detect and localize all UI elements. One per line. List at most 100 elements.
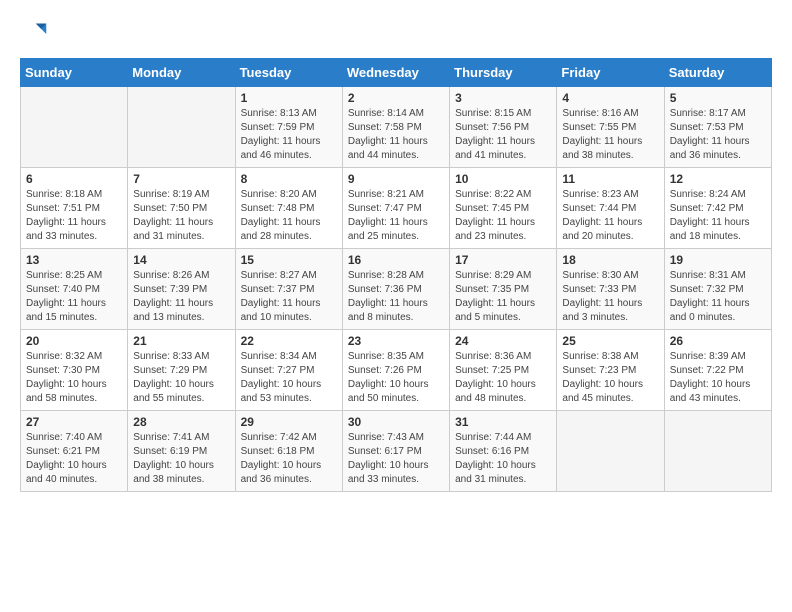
calendar-cell: 23Sunrise: 8:35 AM Sunset: 7:26 PM Dayli… bbox=[342, 330, 449, 411]
calendar-cell: 30Sunrise: 7:43 AM Sunset: 6:17 PM Dayli… bbox=[342, 411, 449, 492]
day-info: Sunrise: 8:30 AM Sunset: 7:33 PM Dayligh… bbox=[562, 269, 658, 325]
day-info: Sunrise: 8:16 AM Sunset: 7:55 PM Dayligh… bbox=[562, 107, 658, 163]
day-info: Sunrise: 8:33 AM Sunset: 7:29 PM Dayligh… bbox=[133, 350, 229, 406]
calendar-week-4: 20 Sunrise: 8:32 AM Sunset: 7:30 PM Dayli… bbox=[21, 330, 772, 411]
day-info: Sunrise: 8:35 AM Sunset: 7:26 PM Dayligh… bbox=[348, 350, 444, 406]
day-info: Sunrise: 7:43 AM Sunset: 6:17 PM Dayligh… bbox=[348, 431, 444, 487]
calendar-cell: 6 Sunrise: 8:18 AM Sunset: 7:51 PM Daylig… bbox=[21, 168, 128, 249]
day-number: 12 bbox=[670, 172, 766, 186]
calendar-cell bbox=[557, 411, 664, 492]
calendar-cell bbox=[21, 87, 128, 168]
day-number: 1 bbox=[241, 91, 337, 105]
calendar-cell: 7Sunrise: 8:19 AM Sunset: 7:50 PM Daylig… bbox=[128, 168, 235, 249]
weekday-header-tuesday: Tuesday bbox=[235, 59, 342, 87]
day-info: Sunrise: 8:15 AM Sunset: 7:56 PM Dayligh… bbox=[455, 107, 551, 163]
weekday-header-saturday: Saturday bbox=[664, 59, 771, 87]
calendar-cell: 20 Sunrise: 8:32 AM Sunset: 7:30 PM Dayli… bbox=[21, 330, 128, 411]
day-info: Sunrise: 8:32 AM Sunset: 7:30 PM Dayligh… bbox=[26, 350, 122, 406]
day-info: Sunrise: 8:14 AM Sunset: 7:58 PM Dayligh… bbox=[348, 107, 444, 163]
day-info: Sunrise: 8:31 AM Sunset: 7:32 PM Dayligh… bbox=[670, 269, 766, 325]
day-number: 4 bbox=[562, 91, 658, 105]
calendar-cell bbox=[664, 411, 771, 492]
day-info: Sunrise: 8:18 AM Sunset: 7:51 PM Dayligh… bbox=[26, 188, 122, 244]
calendar-cell: 1 Sunrise: 8:13 AM Sunset: 7:59 PM Daylig… bbox=[235, 87, 342, 168]
day-info: Sunrise: 7:40 AM Sunset: 6:21 PM Dayligh… bbox=[26, 431, 122, 487]
calendar-cell: 24 Sunrise: 8:36 AM Sunset: 7:25 PM Dayli… bbox=[450, 330, 557, 411]
day-number: 13 bbox=[26, 253, 122, 267]
day-number: 2 bbox=[348, 91, 444, 105]
calendar-cell: 26 Sunrise: 8:39 AM Sunset: 7:22 PM Dayli… bbox=[664, 330, 771, 411]
day-info: Sunrise: 7:41 AM Sunset: 6:19 PM Dayligh… bbox=[133, 431, 229, 487]
calendar-cell: 12Sunrise: 8:24 AM Sunset: 7:42 PM Dayli… bbox=[664, 168, 771, 249]
calendar-week-1: 1 Sunrise: 8:13 AM Sunset: 7:59 PM Daylig… bbox=[21, 87, 772, 168]
day-number: 22 bbox=[241, 334, 337, 348]
day-number: 19 bbox=[670, 253, 766, 267]
day-info: Sunrise: 7:44 AM Sunset: 6:16 PM Dayligh… bbox=[455, 431, 551, 487]
calendar-cell: 27 Sunrise: 7:40 AM Sunset: 6:21 PM Dayli… bbox=[21, 411, 128, 492]
day-number: 20 bbox=[26, 334, 122, 348]
calendar-cell: 10 Sunrise: 8:22 AM Sunset: 7:45 PM Dayli… bbox=[450, 168, 557, 249]
day-number: 21 bbox=[133, 334, 229, 348]
day-info: Sunrise: 8:22 AM Sunset: 7:45 PM Dayligh… bbox=[455, 188, 551, 244]
day-info: Sunrise: 8:19 AM Sunset: 7:50 PM Dayligh… bbox=[133, 188, 229, 244]
day-info: Sunrise: 8:23 AM Sunset: 7:44 PM Dayligh… bbox=[562, 188, 658, 244]
calendar-cell: 16Sunrise: 8:28 AM Sunset: 7:36 PM Dayli… bbox=[342, 249, 449, 330]
page-header bbox=[20, 20, 772, 48]
weekday-header-sunday: Sunday bbox=[21, 59, 128, 87]
calendar-cell: 18 Sunrise: 8:30 AM Sunset: 7:33 PM Dayli… bbox=[557, 249, 664, 330]
day-info: Sunrise: 8:25 AM Sunset: 7:40 PM Dayligh… bbox=[26, 269, 122, 325]
calendar-cell: 21 Sunrise: 8:33 AM Sunset: 7:29 PM Dayli… bbox=[128, 330, 235, 411]
calendar-cell bbox=[128, 87, 235, 168]
calendar-week-3: 13 Sunrise: 8:25 AM Sunset: 7:40 PM Dayli… bbox=[21, 249, 772, 330]
day-info: Sunrise: 8:29 AM Sunset: 7:35 PM Dayligh… bbox=[455, 269, 551, 325]
calendar-cell: 8 Sunrise: 8:20 AM Sunset: 7:48 PM Daylig… bbox=[235, 168, 342, 249]
day-info: Sunrise: 8:28 AM Sunset: 7:36 PM Dayligh… bbox=[348, 269, 444, 325]
calendar-body: 1 Sunrise: 8:13 AM Sunset: 7:59 PM Daylig… bbox=[21, 87, 772, 492]
logo bbox=[20, 20, 52, 48]
day-info: Sunrise: 8:36 AM Sunset: 7:25 PM Dayligh… bbox=[455, 350, 551, 406]
calendar-cell: 4 Sunrise: 8:16 AM Sunset: 7:55 PM Daylig… bbox=[557, 87, 664, 168]
weekday-header-wednesday: Wednesday bbox=[342, 59, 449, 87]
day-number: 17 bbox=[455, 253, 551, 267]
day-number: 24 bbox=[455, 334, 551, 348]
day-number: 3 bbox=[455, 91, 551, 105]
day-number: 31 bbox=[455, 415, 551, 429]
weekday-header-friday: Friday bbox=[557, 59, 664, 87]
day-info: Sunrise: 8:26 AM Sunset: 7:39 PM Dayligh… bbox=[133, 269, 229, 325]
day-number: 28 bbox=[133, 415, 229, 429]
day-number: 27 bbox=[26, 415, 122, 429]
calendar-cell: 25Sunrise: 8:38 AM Sunset: 7:23 PM Dayli… bbox=[557, 330, 664, 411]
calendar-cell: 31 Sunrise: 7:44 AM Sunset: 6:16 PM Dayli… bbox=[450, 411, 557, 492]
day-number: 29 bbox=[241, 415, 337, 429]
day-info: Sunrise: 8:38 AM Sunset: 7:23 PM Dayligh… bbox=[562, 350, 658, 406]
day-info: Sunrise: 8:17 AM Sunset: 7:53 PM Dayligh… bbox=[670, 107, 766, 163]
calendar-cell: 13 Sunrise: 8:25 AM Sunset: 7:40 PM Dayli… bbox=[21, 249, 128, 330]
calendar-table: SundayMondayTuesdayWednesdayThursdayFrid… bbox=[20, 58, 772, 492]
day-number: 9 bbox=[348, 172, 444, 186]
day-number: 18 bbox=[562, 253, 658, 267]
calendar-cell: 5 Sunrise: 8:17 AM Sunset: 7:53 PM Daylig… bbox=[664, 87, 771, 168]
calendar-cell: 3 Sunrise: 8:15 AM Sunset: 7:56 PM Daylig… bbox=[450, 87, 557, 168]
day-info: Sunrise: 8:39 AM Sunset: 7:22 PM Dayligh… bbox=[670, 350, 766, 406]
day-number: 6 bbox=[26, 172, 122, 186]
day-info: Sunrise: 8:20 AM Sunset: 7:48 PM Dayligh… bbox=[241, 188, 337, 244]
day-info: Sunrise: 7:42 AM Sunset: 6:18 PM Dayligh… bbox=[241, 431, 337, 487]
day-info: Sunrise: 8:21 AM Sunset: 7:47 PM Dayligh… bbox=[348, 188, 444, 244]
day-number: 10 bbox=[455, 172, 551, 186]
weekday-header-row: SundayMondayTuesdayWednesdayThursdayFrid… bbox=[21, 59, 772, 87]
calendar-cell: 2 Sunrise: 8:14 AM Sunset: 7:58 PM Daylig… bbox=[342, 87, 449, 168]
day-info: Sunrise: 8:27 AM Sunset: 7:37 PM Dayligh… bbox=[241, 269, 337, 325]
calendar-cell: 11 Sunrise: 8:23 AM Sunset: 7:44 PM Dayli… bbox=[557, 168, 664, 249]
day-info: Sunrise: 8:13 AM Sunset: 7:59 PM Dayligh… bbox=[241, 107, 337, 163]
day-number: 5 bbox=[670, 91, 766, 105]
calendar-cell: 15Sunrise: 8:27 AM Sunset: 7:37 PM Dayli… bbox=[235, 249, 342, 330]
calendar-cell: 19 Sunrise: 8:31 AM Sunset: 7:32 PM Dayli… bbox=[664, 249, 771, 330]
calendar-cell: 17 Sunrise: 8:29 AM Sunset: 7:35 PM Dayli… bbox=[450, 249, 557, 330]
day-number: 11 bbox=[562, 172, 658, 186]
calendar-cell: 22 Sunrise: 8:34 AM Sunset: 7:27 PM Dayli… bbox=[235, 330, 342, 411]
calendar-cell: 14Sunrise: 8:26 AM Sunset: 7:39 PM Dayli… bbox=[128, 249, 235, 330]
day-number: 8 bbox=[241, 172, 337, 186]
weekday-header-thursday: Thursday bbox=[450, 59, 557, 87]
day-number: 26 bbox=[670, 334, 766, 348]
day-info: Sunrise: 8:34 AM Sunset: 7:27 PM Dayligh… bbox=[241, 350, 337, 406]
